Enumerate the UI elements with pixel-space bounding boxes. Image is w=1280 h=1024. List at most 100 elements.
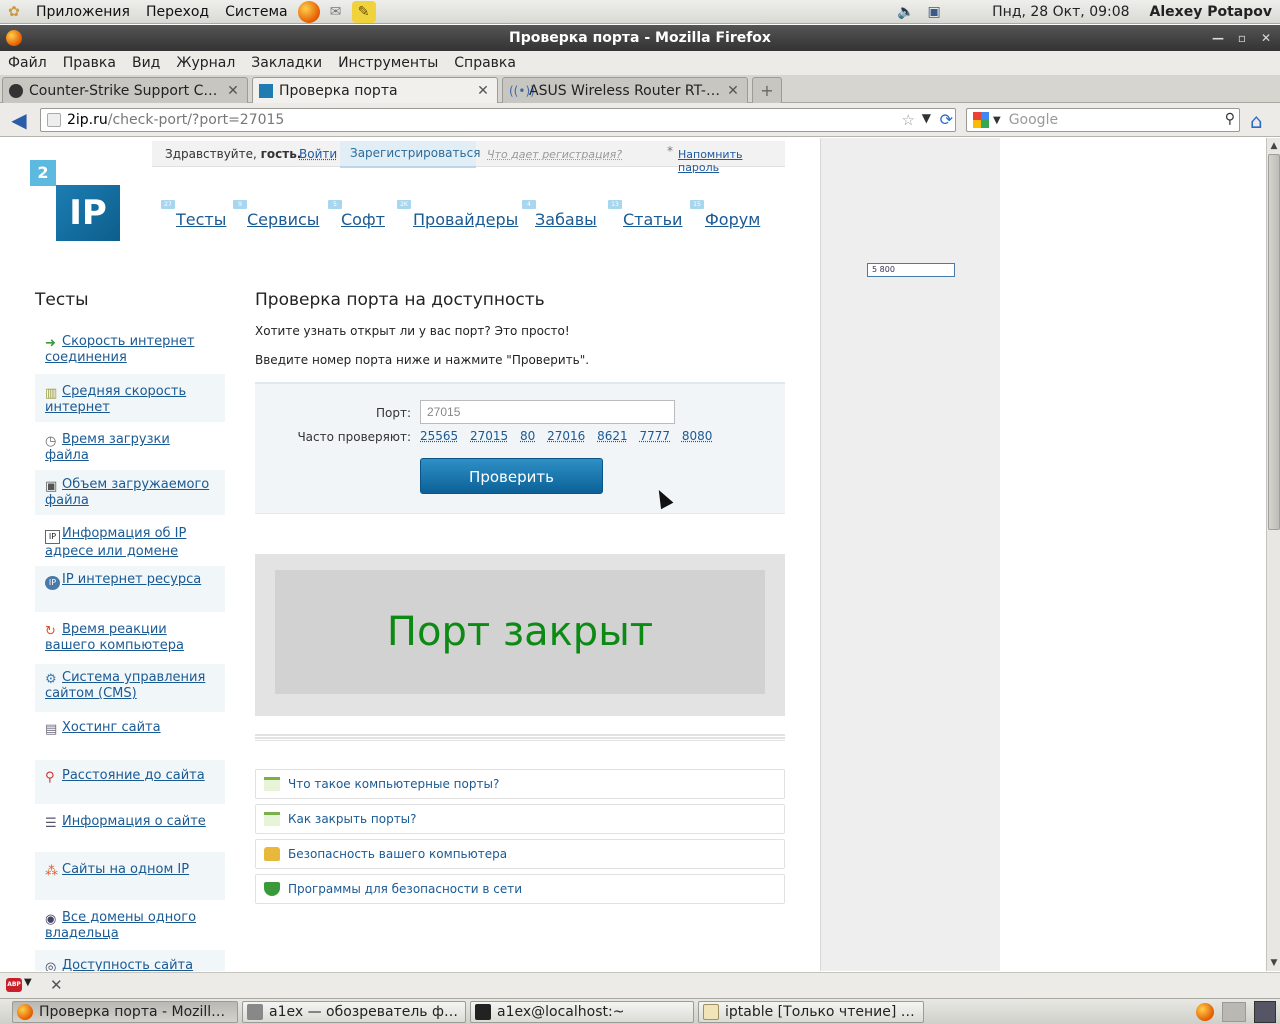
search-bar[interactable]: ▼ Google ⚲ [966,108,1240,132]
sidebar-link[interactable]: IP интернет ресурса [62,572,201,587]
workspace-switcher[interactable] [1222,1002,1246,1022]
tab-close-icon[interactable]: ✕ [475,83,491,99]
sidebar-item-domains[interactable]: ◉ Все домены одного владельца [35,906,225,948]
tab-check-port[interactable]: Проверка порта ✕ [252,77,498,103]
faq-link[interactable]: Безопасность вашего компьютера [288,847,507,861]
bookmark-star-icon[interactable]: ☆ [902,111,915,129]
nav-articles[interactable]: Статьи [623,210,682,229]
sidebar-link[interactable]: Сайты на одном IP [62,862,189,877]
faq-link[interactable]: Что такое компьютерные порты? [288,777,499,791]
scroll-up-icon[interactable]: ▲ [1267,139,1280,153]
ad-banner[interactable]: 5 800 [867,263,955,277]
sidebar-item-file-size[interactable]: ▣ Объем загружаемого файла [35,470,225,515]
sidebar-item-avg-speed[interactable]: ▥ Средняя скорость интернет [35,374,225,422]
faq-link[interactable]: Как закрыть порты? [288,812,417,826]
sidebar-link[interactable]: Все домены одного владельца [45,910,196,941]
site-logo[interactable]: 2 IP [30,160,122,242]
check-button[interactable]: Проверить [420,458,603,494]
close-icon[interactable]: ✕ [50,976,63,994]
url-dropdown-icon[interactable]: ▼ [922,111,931,125]
sidebar-item-site-info[interactable]: ☰ Информация о сайте [35,810,225,840]
search-go-icon[interactable]: ⚲ [1225,111,1235,127]
scroll-down-icon[interactable]: ▼ [1267,956,1280,970]
sidebar-link[interactable]: Время загрузки файла [45,432,170,463]
panel-menu-applications[interactable]: Приложения [28,4,138,20]
tab-asus-router[interactable]: ((•)) ASUS Wireless Router RT-N1... ✕ [502,77,748,103]
firefox-window-icon[interactable] [6,30,22,46]
frequent-port-link[interactable]: 25565 [420,429,458,443]
login-link[interactable]: Войти [299,147,337,161]
tab-close-icon[interactable]: ✕ [725,83,741,99]
minimize-icon[interactable]: — [1206,25,1230,51]
sidebar-item-speed[interactable]: ➜ Скорость интернет соединения [35,328,225,370]
new-tab-button[interactable]: + [752,77,782,103]
google-engine-icon[interactable] [973,112,989,128]
sidebar-link[interactable]: Скорость интернет соединения [45,334,194,365]
sidebar-item-cms[interactable]: ⚙ Система управления сайтом (CMS) [35,664,225,712]
sidebar-link[interactable]: Система управления сайтом (CMS) [45,670,205,701]
user-name[interactable]: Alexey Potapov [1150,4,1272,20]
page-scrollbar[interactable]: ▲ ▼ [1266,138,1280,971]
sidebar-link[interactable]: Расстояние до сайта [62,768,205,783]
nav-forum[interactable]: Форум [705,210,760,229]
sidebar-link[interactable]: Доступность сайта [62,958,193,971]
menu-edit[interactable]: Правка [55,55,124,71]
notes-icon[interactable]: ✎ [351,0,376,23]
tab-counter-strike[interactable]: Counter-Strike Support Com... ✕ [2,77,248,103]
sidebar-link[interactable]: Объем загружаемого файла [45,477,209,508]
sidebar-link[interactable]: Информация об IP адресе или домене [45,526,186,559]
nav-services[interactable]: Сервисы [247,210,319,229]
sidebar-link[interactable]: Информация о сайте [62,814,206,829]
frequent-port-link[interactable]: 7777 [640,429,671,443]
sidebar-link[interactable]: Время реакции вашего компьютера [45,622,184,653]
task-file-manager[interactable]: a1ex — обозреватель фа... [242,1001,466,1023]
volume-icon[interactable]: 🔈 [894,1,918,23]
sidebar-item-hosting[interactable]: ▤ Хостинг сайта [35,716,225,746]
sidebar-item-ip-info[interactable]: IP Информация об IP адресе или домене [35,522,225,564]
menu-history[interactable]: Журнал [168,55,243,71]
gnome-foot-icon[interactable]: ✿ [2,1,26,23]
url-bar[interactable]: 2ip.ru/check-port/?port=27015 ☆ ▼ ⟳ [40,108,956,132]
close-window-icon[interactable]: ✕ [1254,25,1278,51]
faq-item-security[interactable]: Безопасность вашего компьютера [255,839,785,869]
faq-item-close-ports[interactable]: Как закрыть порты? [255,804,785,834]
frequent-port-link[interactable]: 27016 [547,429,585,443]
nav-soft[interactable]: Софт [341,210,385,229]
adblock-icon[interactable]: ABP [6,978,22,992]
sidebar-link[interactable]: Средняя скорость интернет [45,384,186,415]
panel-menu-places[interactable]: Переход [138,4,217,20]
frequent-port-link[interactable]: 8621 [597,429,628,443]
mail-icon[interactable]: ✉ [324,1,348,23]
clock[interactable]: Пнд, 28 Окт, 09:08 [992,4,1129,20]
port-input[interactable] [420,400,675,424]
frequent-port-link[interactable]: 80 [520,429,535,443]
faq-item-ports[interactable]: Что такое компьютерные порты? [255,769,785,799]
menu-view[interactable]: Вид [124,55,168,71]
reload-icon[interactable]: ⟳ [940,110,953,129]
why-register-link[interactable]: Что дает регистрация? [487,148,622,161]
nav-tests[interactable]: Тесты [176,210,226,229]
sidebar-item-ip-resource[interactable]: IP IP интернет ресурса [35,566,225,612]
nav-providers[interactable]: Провайдеры [413,210,518,229]
menu-bookmarks[interactable]: Закладки [243,55,330,71]
maximize-icon[interactable]: ▫ [1230,25,1254,51]
register-button[interactable]: Зарегистрироваться [340,141,480,168]
menu-help[interactable]: Справка [446,55,524,71]
sidebar-item-availability[interactable]: ◎ Доступность сайта [35,950,225,971]
tab-close-icon[interactable]: ✕ [225,83,241,99]
task-terminal[interactable]: a1ex@localhost:~ [470,1001,694,1023]
sidebar-item-download-time[interactable]: ◷ Время загрузки файла [35,428,225,463]
frequent-port-link[interactable]: 27015 [470,429,508,443]
menu-tools[interactable]: Инструменты [330,55,446,71]
workspace-firefox-icon[interactable] [1196,1003,1214,1021]
firefox-icon[interactable] [297,0,320,23]
sidebar-item-reaction[interactable]: ↻ Время реакции вашего компьютера [35,618,225,662]
panel-menu-system[interactable]: Система [217,4,295,20]
search-input[interactable]: Google [1009,112,1058,128]
task-firefox[interactable]: Проверка порта - Mozilla ... [12,1001,238,1023]
scroll-thumb[interactable] [1268,154,1280,530]
adblock-dropdown-icon[interactable]: ▼ [24,977,32,988]
menu-file[interactable]: Файл [0,55,55,71]
search-engine-dropdown-icon[interactable]: ▼ [993,115,1001,126]
sidebar-link[interactable]: Хостинг сайта [62,720,161,735]
